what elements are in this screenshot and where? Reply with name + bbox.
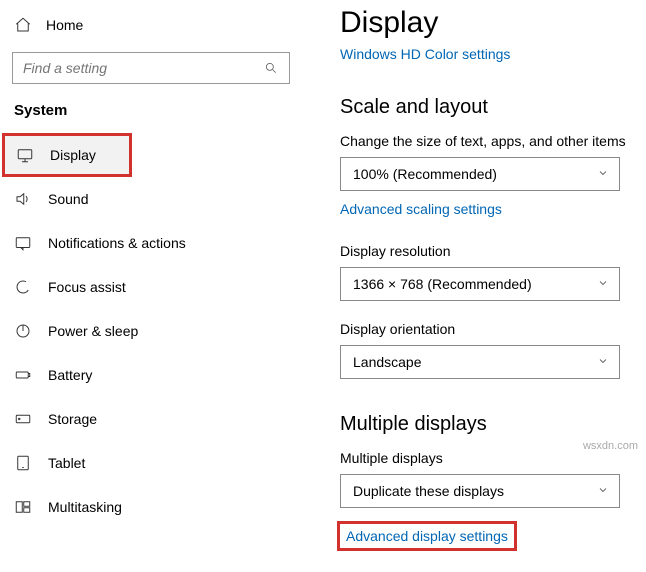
sidebar-item-notifications[interactable]: Notifications & actions (0, 221, 302, 265)
battery-icon (14, 366, 32, 384)
dropdown-value: 1366 × 768 (Recommended) (353, 276, 532, 292)
tablet-icon (14, 454, 32, 472)
orientation-label: Display orientation (340, 321, 634, 337)
advanced-scaling-link[interactable]: Advanced scaling settings (340, 201, 634, 217)
sidebar-item-power-sleep[interactable]: Power & sleep (0, 309, 302, 353)
power-icon (14, 322, 32, 340)
sidebar-item-label: Battery (48, 367, 92, 383)
text-size-dropdown[interactable]: 100% (Recommended) (340, 157, 620, 191)
sidebar-item-label: Display (50, 147, 96, 163)
sidebar-item-sound[interactable]: Sound (0, 177, 302, 221)
sidebar-item-display[interactable]: Display (2, 133, 132, 177)
dropdown-value: 100% (Recommended) (353, 166, 497, 182)
chevron-down-icon (597, 483, 609, 499)
multiple-displays-label: Multiple displays (340, 450, 634, 466)
sidebar-item-label: Tablet (48, 455, 85, 471)
search-input[interactable] (12, 52, 290, 84)
home-nav[interactable]: Home (0, 8, 302, 42)
search-wrap (12, 52, 290, 84)
sidebar-item-label: Notifications & actions (48, 235, 186, 251)
display-icon (16, 146, 34, 164)
sidebar-item-label: Multitasking (48, 499, 122, 515)
sidebar-item-multitasking[interactable]: Multitasking (0, 485, 302, 529)
multitasking-icon (14, 498, 32, 516)
sidebar-item-focus-assist[interactable]: Focus assist (0, 265, 302, 309)
sidebar-item-label: Focus assist (48, 279, 126, 295)
page-title: Display (340, 6, 634, 40)
dropdown-value: Duplicate these displays (353, 483, 504, 499)
text-size-label: Change the size of text, apps, and other… (340, 133, 634, 149)
sound-icon (14, 190, 32, 208)
home-label: Home (46, 17, 83, 33)
sidebar-item-label: Sound (48, 191, 88, 207)
notifications-icon (14, 234, 32, 252)
dropdown-value: Landscape (353, 354, 422, 370)
scale-heading: Scale and layout (340, 96, 634, 119)
sidebar-item-label: Storage (48, 411, 97, 427)
search-icon (262, 59, 280, 77)
sidebar-item-label: Power & sleep (48, 323, 138, 339)
hd-color-link[interactable]: Windows HD Color settings (340, 46, 634, 62)
resolution-label: Display resolution (340, 243, 634, 259)
orientation-dropdown[interactable]: Landscape (340, 345, 620, 379)
chevron-down-icon (597, 276, 609, 292)
sidebar: Home System Display Sound Notifications … (0, 0, 302, 572)
storage-icon (14, 410, 32, 428)
focus-assist-icon (14, 278, 32, 296)
multiple-displays-dropdown[interactable]: Duplicate these displays (340, 474, 620, 508)
chevron-down-icon (597, 354, 609, 370)
home-icon (14, 16, 32, 34)
sidebar-item-battery[interactable]: Battery (0, 353, 302, 397)
resolution-dropdown[interactable]: 1366 × 768 (Recommended) (340, 267, 620, 301)
chevron-down-icon (597, 166, 609, 182)
multiple-displays-heading: Multiple displays (340, 413, 634, 436)
advanced-display-link[interactable]: Advanced display settings (340, 524, 514, 548)
section-label: System (0, 102, 302, 133)
watermark: wsxdn.com (583, 440, 638, 452)
sidebar-item-storage[interactable]: Storage (0, 397, 302, 441)
main-panel: Display Windows HD Color settings Scale … (302, 0, 646, 572)
sidebar-item-tablet[interactable]: Tablet (0, 441, 302, 485)
